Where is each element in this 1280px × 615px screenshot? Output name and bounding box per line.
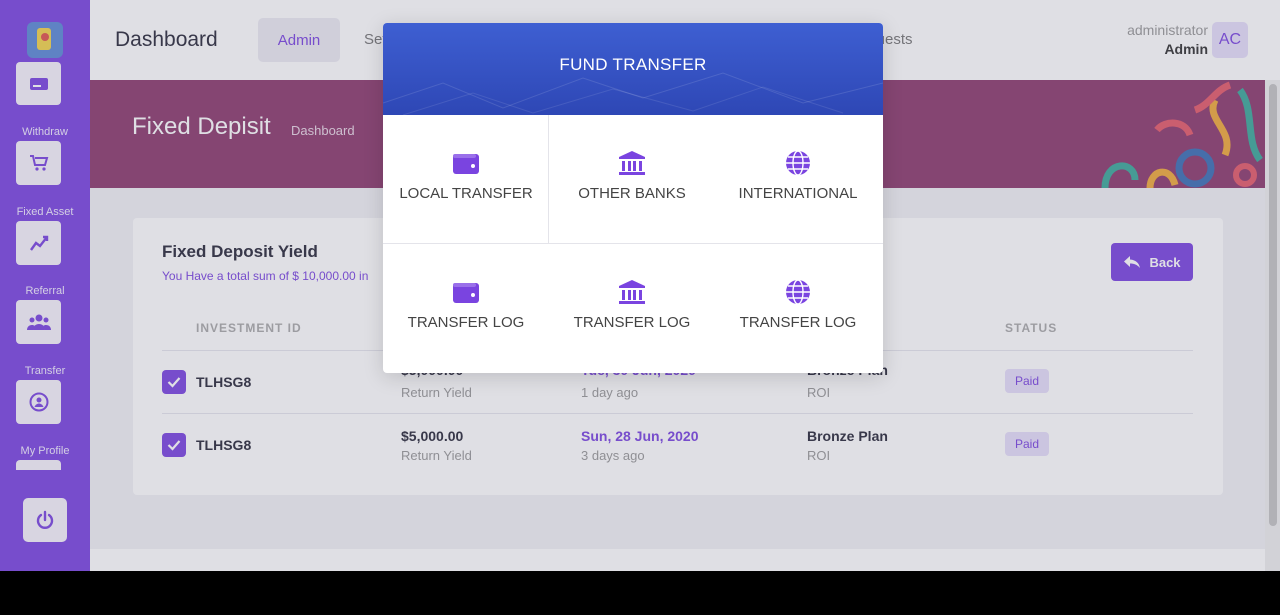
other-banks-option[interactable]: OTHER BANKS [549,115,715,244]
option-label: LOCAL TRANSFER [399,185,533,202]
international-transfer-log-option[interactable]: TRANSFER LOG [715,244,881,373]
option-label: TRANSFER LOG [739,314,857,331]
wallet-icon [453,154,479,174]
option-label: OTHER BANKS [578,185,686,202]
international-option[interactable]: INTERNATIONAL [715,115,881,244]
globe-icon [786,279,810,305]
globe-icon [786,150,810,176]
page: Withdraw Fixed Asset Referral Transfer M… [0,0,1280,571]
fund-transfer-modal: FUND TRANSFER LOCAL TRANSFER OTHER BANKS… [383,23,883,373]
local-transfer-option[interactable]: LOCAL TRANSFER [383,115,549,244]
bank-icon [619,280,645,304]
bank-transfer-log-option[interactable]: TRANSFER LOG [549,244,715,373]
option-label: TRANSFER LOG [407,314,525,331]
local-transfer-log-option[interactable]: TRANSFER LOG [383,244,549,373]
modal-header: FUND TRANSFER [383,23,883,115]
option-label: TRANSFER LOG [573,314,691,331]
modal-title: FUND TRANSFER [559,55,707,74]
option-label: INTERNATIONAL [738,185,858,202]
wallet-icon [453,283,479,303]
bank-icon [619,151,645,175]
